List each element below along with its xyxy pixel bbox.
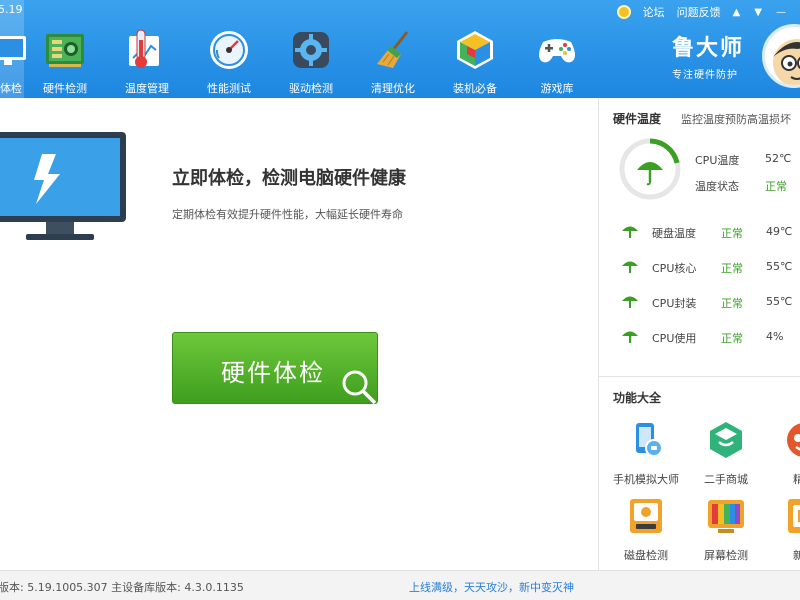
hardware-check-label: 硬件体检 — [221, 359, 325, 387]
nav-item-cleanup[interactable]: 清理优化 — [352, 0, 434, 98]
speedometer-icon — [210, 31, 248, 69]
broom-icon — [377, 31, 409, 68]
new-device-icon — [788, 499, 800, 533]
feedback-link[interactable]: 问题反馈 — [677, 4, 721, 20]
game-character-icon — [787, 423, 800, 457]
brand-subtitle: 专注硬件防护 — [672, 70, 738, 81]
sensor-row: CPU核心 正常 55℃ — [599, 257, 800, 277]
shop-cube-icon — [710, 422, 742, 458]
monitor-lightning-icon — [0, 132, 126, 240]
function-item[interactable]: 屏幕检测 — [687, 496, 765, 563]
temp-status-value: 正常 — [765, 180, 787, 193]
promo-subtitle: 定期体检有效提升硬件性能，大幅延长硬件寿命 — [172, 208, 403, 221]
umbrella-icon — [622, 331, 638, 343]
sensor-status: 正常 — [721, 227, 743, 240]
nav-item-driver[interactable]: 驱动检测 — [270, 0, 352, 98]
phone-emulator-icon — [636, 423, 663, 457]
version-info: 版本: 5.19.1005.307 主设备库版本: 4.3.0.1135 — [0, 581, 244, 594]
umbrella-icon — [622, 296, 638, 308]
skin-icon[interactable]: ▲ — [733, 7, 741, 18]
screen-test-icon — [708, 500, 744, 533]
sensor-value: 4% — [766, 330, 784, 343]
function-label: 新机 — [793, 549, 800, 562]
hardware-check-button[interactable]: 硬件体检 — [172, 332, 378, 405]
menu-icon[interactable]: ▼ — [754, 7, 762, 18]
sensor-value: 55℃ — [766, 260, 793, 273]
nav-label: 清理优化 — [371, 82, 415, 95]
cpu-temp-value: 52℃ — [765, 152, 792, 165]
sensor-row: CPU使用 正常 4% — [599, 327, 800, 347]
sensor-name: CPU封装 — [652, 297, 697, 310]
sensor-status: 正常 — [721, 297, 743, 310]
function-item[interactable]: 新机 — [765, 496, 800, 563]
temp-status-row: 温度状态 正常 — [695, 178, 787, 194]
cpu-temp-row: CPU温度 52℃ — [695, 152, 791, 168]
cpu-temp-label: CPU温度 — [695, 154, 740, 167]
mascot-icon — [773, 39, 800, 85]
umbrella-icon — [622, 261, 638, 273]
nav-item-performance[interactable]: 性能测试 — [188, 0, 270, 98]
cube-icon — [457, 31, 493, 69]
nav-label: 体检 — [0, 82, 22, 95]
sensor-row: CPU封装 正常 55℃ — [599, 292, 800, 312]
top-links: 论坛 问题反馈 ▲ ▼ — — [616, 2, 800, 22]
function-item[interactable]: 二手商城 — [687, 420, 765, 487]
side-panel: 硬件温度 监控温度预防高温损坏 CPU温度 52℃ 温度状态 正常 硬盘温度 正… — [599, 98, 800, 570]
brand: 鲁大师 专注硬件防护 — [672, 30, 744, 81]
nav-label: 装机必备 — [453, 82, 497, 95]
temperature-heading: 硬件温度 — [613, 112, 662, 126]
nav-label: 性能测试 — [207, 82, 251, 95]
function-label: 磁盘检测 — [624, 549, 668, 562]
temp-status-label: 温度状态 — [695, 180, 739, 193]
sensor-value: 55℃ — [766, 295, 793, 308]
disk-icon — [630, 499, 662, 533]
functions-heading: 功能大全 — [613, 391, 662, 405]
nav-label: 驱动检测 — [289, 82, 333, 95]
checkup-panel: 立即体检，检测电脑硬件健康 定期体检有效提升硬件性能，大幅延长硬件寿命 硬件体检 — [0, 98, 598, 570]
sensor-name: 硬盘温度 — [652, 227, 696, 240]
sensor-status: 正常 — [721, 332, 743, 345]
nav-item-hardware[interactable]: 硬件检测 — [24, 0, 106, 98]
gamepad-icon — [539, 39, 575, 63]
promo-link[interactable]: 上线满级，天天攻沙，新中变灭神 — [409, 579, 574, 595]
function-label: 精彩 — [793, 473, 800, 486]
nav-label: 游戏库 — [540, 82, 574, 95]
function-label: 二手商城 — [704, 473, 748, 486]
circuit-board-icon — [46, 34, 84, 67]
mascot-avatar[interactable] — [762, 24, 800, 88]
nav-item-essentials[interactable]: 装机必备 — [434, 0, 516, 98]
section-divider — [599, 376, 800, 377]
main-nav: 体检 硬件检测 温度管理 性能测试 驱动检测 清理优化 装机必备 游戏库 — [0, 0, 598, 98]
function-item[interactable]: 手机模拟大师 — [607, 420, 685, 487]
minimize-icon[interactable]: — — [776, 7, 786, 18]
function-item[interactable]: 精彩 — [765, 420, 800, 487]
sensor-name: CPU核心 — [652, 262, 697, 275]
function-label: 屏幕检测 — [704, 549, 748, 562]
nav-item-temperature[interactable]: 温度管理 — [106, 0, 188, 98]
status-bar: 版本: 5.19.1005.307 主设备库版本: 4.3.0.1135 上线满… — [0, 570, 800, 600]
magnifier-icon — [342, 370, 377, 405]
sensor-name: CPU使用 — [652, 332, 697, 345]
sensor-value: 49℃ — [766, 225, 793, 238]
brand-title: 鲁大师 — [672, 36, 745, 61]
gear-icon — [293, 32, 329, 68]
promo-title: 立即体检，检测电脑硬件健康 — [172, 168, 406, 189]
app-header: 5.19 体检 硬件检测 温度管理 性能测试 驱动检测 清理优化 装机必备 游戏… — [0, 0, 800, 98]
nav-item-games[interactable]: 游戏库 — [516, 0, 598, 98]
thermometer-icon — [129, 29, 159, 68]
function-item[interactable]: 磁盘检测 — [607, 496, 685, 563]
temperature-gauge — [619, 138, 681, 200]
forum-link[interactable]: 论坛 — [643, 4, 665, 20]
medal-icon[interactable] — [616, 5, 631, 19]
nav-item-checkup[interactable]: 体检 — [0, 0, 26, 98]
temperature-desc[interactable]: 监控温度预防高温损坏 — [681, 111, 791, 127]
umbrella-icon — [622, 226, 638, 238]
nav-label: 硬件检测 — [43, 82, 87, 95]
sensor-row: 硬盘温度 正常 49℃ — [599, 222, 800, 242]
sensor-status: 正常 — [721, 262, 743, 275]
function-label: 手机模拟大师 — [613, 473, 679, 486]
nav-label: 温度管理 — [125, 82, 169, 95]
